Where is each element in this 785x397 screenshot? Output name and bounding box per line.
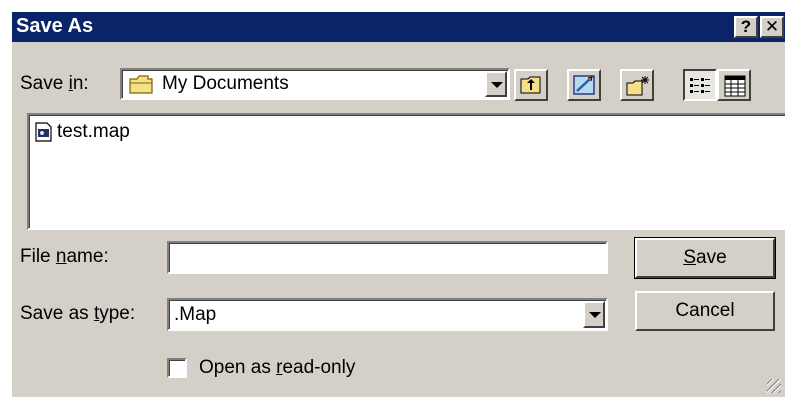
save-as-type-dropdown[interactable]: .Map	[167, 298, 608, 331]
file-name-label: File name:	[20, 246, 109, 267]
save-in-dropdown-arrow[interactable]	[485, 71, 507, 97]
title-bar[interactable]: Save As ? ✕	[12, 12, 785, 42]
up-one-level-button[interactable]	[514, 69, 548, 101]
close-button[interactable]: ✕	[760, 16, 784, 38]
window-title: Save As	[16, 15, 94, 37]
create-new-folder-icon	[626, 75, 650, 103]
save-as-type-dropdown-arrow[interactable]	[583, 301, 605, 328]
details-view-icon	[724, 75, 746, 103]
help-button[interactable]: ?	[734, 16, 758, 38]
go-to-last-folder-icon	[573, 74, 597, 102]
go-to-last-folder-button[interactable]	[567, 69, 601, 101]
list-view-icon	[689, 76, 713, 102]
save-button[interactable]: Save	[634, 237, 776, 279]
map-file-icon	[35, 122, 53, 142]
file-list[interactable]: test.map	[27, 113, 785, 230]
read-only-label[interactable]: Open as read-only	[199, 357, 355, 379]
save-in-value: My Documents	[162, 73, 289, 94]
up-one-level-icon	[520, 75, 542, 101]
folder-icon	[128, 73, 154, 101]
list-item[interactable]: test.map	[35, 121, 130, 143]
save-as-dialog: Save As ? ✕ Save in: My Documents test.m…	[10, 10, 785, 397]
file-name: test.map	[57, 121, 130, 142]
details-view-button[interactable]	[717, 69, 751, 101]
cancel-button[interactable]: Cancel	[635, 291, 775, 331]
read-only-checkbox[interactable]	[167, 358, 187, 378]
file-name-input[interactable]	[167, 241, 608, 274]
save-as-type-label: Save as type:	[20, 303, 136, 324]
create-new-folder-button[interactable]	[620, 69, 654, 101]
resize-grip[interactable]	[767, 379, 781, 393]
save-in-dropdown[interactable]: My Documents	[120, 68, 510, 100]
list-view-button[interactable]	[683, 69, 717, 101]
save-as-type-value: .Map	[174, 304, 217, 325]
save-in-label: Save in:	[20, 73, 89, 94]
